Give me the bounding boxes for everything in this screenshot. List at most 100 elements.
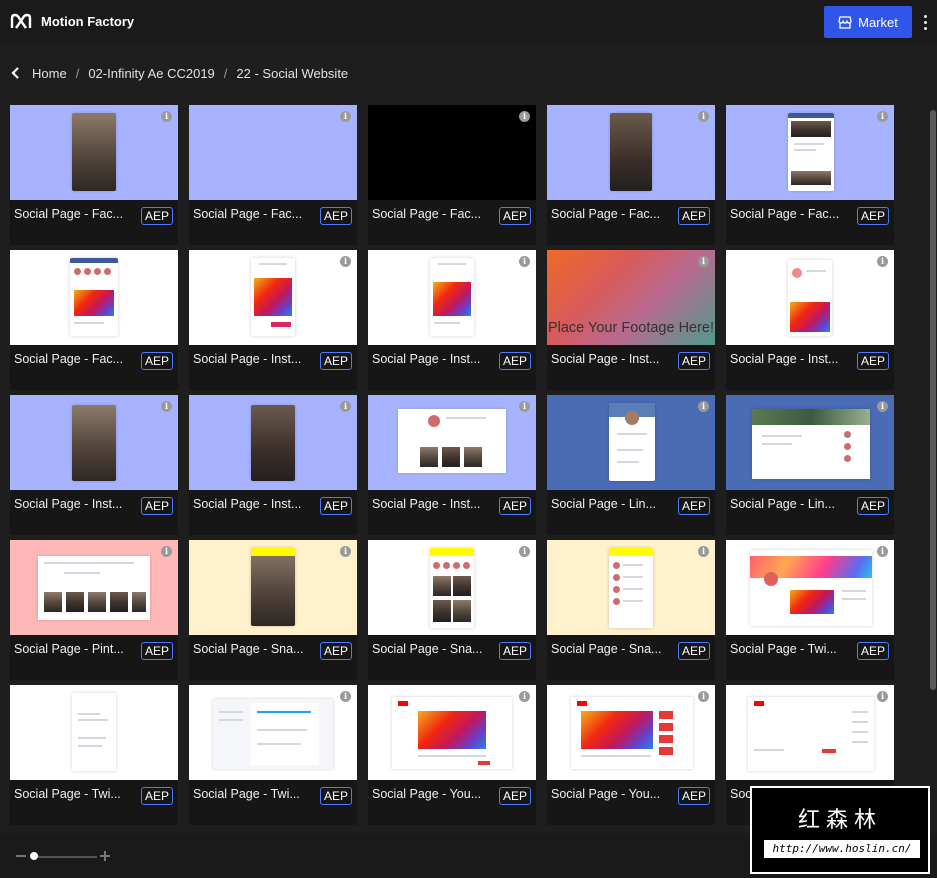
- info-icon[interactable]: i: [340, 546, 351, 557]
- template-name: Social Page - Twi...: [193, 787, 300, 801]
- template-thumbnail: [547, 685, 715, 780]
- template-card[interactable]: i Social Page - Fac... AEP: [547, 105, 715, 245]
- template-card[interactable]: i Social Page - Fac... AEP: [189, 105, 357, 245]
- chevron-left-icon[interactable]: [10, 66, 22, 80]
- info-icon[interactable]: i: [877, 546, 888, 557]
- aep-badge: AEP: [320, 207, 352, 225]
- template-card[interactable]: i Social Page - Fac... AEP: [726, 105, 894, 245]
- template-card[interactable]: i Social Page - Inst... AEP: [726, 250, 894, 390]
- template-thumbnail: [726, 105, 894, 200]
- zoom-in-icon[interactable]: [100, 851, 110, 861]
- template-card[interactable]: i Social Page - You... AEP: [368, 685, 536, 825]
- info-icon[interactable]: i: [877, 111, 888, 122]
- template-card[interactable]: i Social Page - Lin... AEP: [726, 395, 894, 535]
- template-thumbnail: [726, 395, 894, 490]
- template-name: Social Page - Fac...: [551, 207, 661, 221]
- store-icon: [838, 15, 852, 29]
- template-name: Social Page - Inst...: [193, 497, 302, 511]
- zoom-out-icon[interactable]: [16, 855, 26, 857]
- template-name: Social Page - You...: [372, 787, 482, 801]
- template-card[interactable]: Social Page - Twi... AEP: [10, 685, 178, 825]
- motion-factory-logo-icon: [10, 13, 32, 29]
- template-thumbnail: [726, 685, 894, 780]
- info-icon[interactable]: i: [519, 546, 530, 557]
- placeholder-text: Place Your Footage Here!: [547, 320, 715, 336]
- aep-badge: AEP: [499, 207, 531, 225]
- template-card[interactable]: i Social Page - Lin... AEP: [547, 395, 715, 535]
- info-icon[interactable]: i: [877, 401, 888, 412]
- template-card[interactable]: i Social Page - Fac... AEP: [10, 105, 178, 245]
- template-card[interactable]: i Social Page - Fac... AEP: [368, 105, 536, 245]
- template-thumbnail: [368, 250, 536, 345]
- more-vertical-icon[interactable]: [919, 12, 931, 32]
- info-icon[interactable]: i: [519, 111, 530, 122]
- info-icon[interactable]: i: [340, 256, 351, 267]
- aep-badge: AEP: [678, 207, 710, 225]
- info-icon[interactable]: i: [340, 401, 351, 412]
- info-icon[interactable]: i: [519, 691, 530, 702]
- info-icon[interactable]: i: [161, 546, 172, 557]
- aep-badge: AEP: [499, 787, 531, 805]
- breadcrumb-folder[interactable]: 02-Infinity Ae CC2019: [88, 66, 214, 81]
- zoom-slider-track[interactable]: [31, 856, 97, 858]
- template-card[interactable]: i Social Page - Sna... AEP: [547, 540, 715, 680]
- template-card[interactable]: i Social Page - Inst... AEP: [10, 395, 178, 535]
- breadcrumb-separator: /: [75, 65, 80, 81]
- template-card[interactable]: i Social Page - Inst... AEP: [368, 395, 536, 535]
- aep-badge: AEP: [320, 497, 352, 515]
- template-name: Social Page - Pint...: [14, 642, 124, 656]
- template-thumbnail: [189, 685, 357, 780]
- breadcrumb-separator: /: [223, 65, 228, 81]
- info-icon[interactable]: i: [161, 401, 172, 412]
- info-icon[interactable]: i: [340, 691, 351, 702]
- info-icon[interactable]: i: [698, 401, 709, 412]
- breadcrumb-home[interactable]: Home: [32, 66, 67, 81]
- aep-badge: AEP: [499, 497, 531, 515]
- template-card[interactable]: Place Your Footage Here! i Social Page -…: [547, 250, 715, 390]
- template-name: Social Page - Lin...: [730, 497, 835, 511]
- template-card[interactable]: i Social Page - Sna... AEP: [189, 540, 357, 680]
- info-icon[interactable]: i: [698, 546, 709, 557]
- info-icon[interactable]: i: [877, 256, 888, 267]
- market-button[interactable]: Market: [824, 6, 912, 38]
- aep-badge: AEP: [141, 642, 173, 660]
- template-card[interactable]: i Social Page - Inst... AEP: [189, 250, 357, 390]
- info-icon[interactable]: i: [519, 401, 530, 412]
- template-thumbnail: [368, 105, 536, 200]
- template-name: Social Page - Twi...: [730, 642, 837, 656]
- info-icon[interactable]: i: [161, 111, 172, 122]
- market-button-label: Market: [858, 14, 898, 30]
- scrollbar[interactable]: [930, 110, 936, 690]
- template-card[interactable]: i Social Page - Inst... AEP: [189, 395, 357, 535]
- app-title: Motion Factory: [41, 14, 135, 29]
- template-name: Social Page - Inst...: [372, 352, 481, 366]
- aep-badge: AEP: [678, 787, 710, 805]
- template-card[interactable]: i Social Page - You... AEP: [547, 685, 715, 825]
- template-name: Social Page - Inst...: [551, 352, 660, 366]
- template-card[interactable]: i Social Page - Twi... AEP: [189, 685, 357, 825]
- info-icon[interactable]: i: [877, 691, 888, 702]
- template-card[interactable]: i Social Page - Twi... AEP: [726, 540, 894, 680]
- aep-badge: AEP: [320, 352, 352, 370]
- info-icon[interactable]: i: [698, 111, 709, 122]
- template-name: Social Page - Fac...: [14, 207, 124, 221]
- zoom-slider-handle[interactable]: [30, 852, 38, 860]
- info-icon[interactable]: i: [519, 256, 530, 267]
- template-thumbnail: [547, 105, 715, 200]
- template-name: Social Page - Inst...: [193, 352, 302, 366]
- template-name: Social Page - Sna...: [372, 642, 483, 656]
- info-icon[interactable]: i: [340, 111, 351, 122]
- info-icon[interactable]: i: [698, 256, 709, 267]
- info-icon[interactable]: i: [698, 691, 709, 702]
- template-name: Social Page - Fac...: [14, 352, 124, 366]
- top-bar: Motion Factory Market: [0, 0, 937, 44]
- template-card[interactable]: Social Page - Fac... AEP: [10, 250, 178, 390]
- template-card[interactable]: i Social Page - Pint... AEP: [10, 540, 178, 680]
- template-card[interactable]: i Social Page - Sna... AEP: [368, 540, 536, 680]
- aep-badge: AEP: [320, 642, 352, 660]
- aep-badge: AEP: [857, 207, 889, 225]
- aep-badge: AEP: [499, 352, 531, 370]
- template-card[interactable]: i Social Page - Inst... AEP: [368, 250, 536, 390]
- breadcrumb-current[interactable]: 22 - Social Website: [236, 66, 348, 81]
- template-name: Social Page - Sna...: [193, 642, 304, 656]
